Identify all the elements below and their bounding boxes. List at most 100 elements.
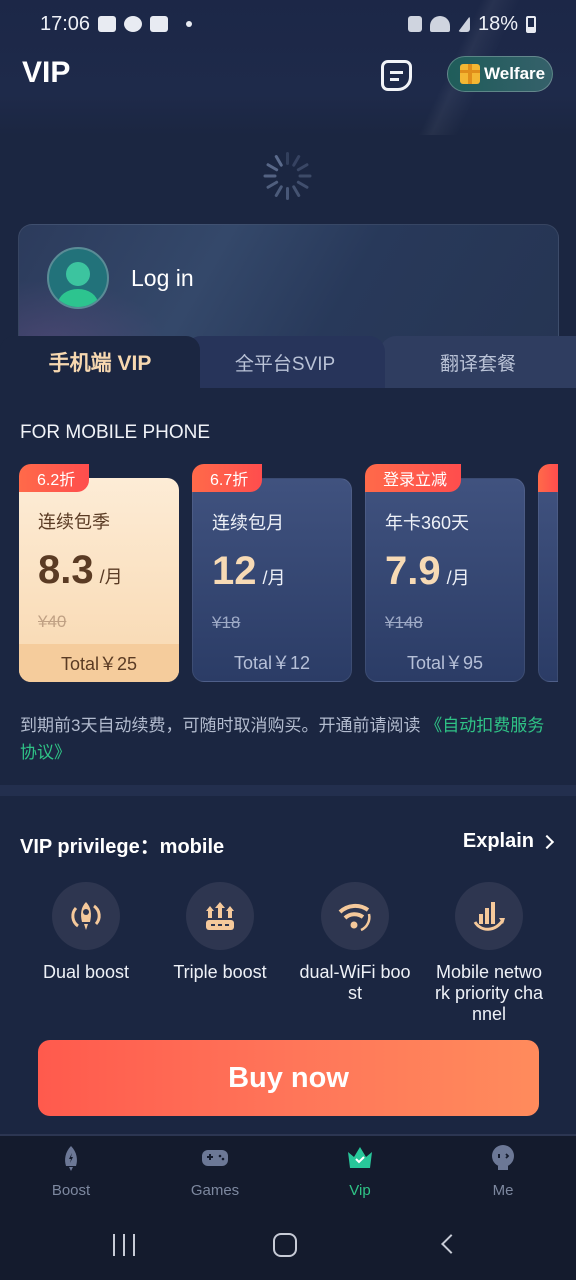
plan-price-unit: /月 <box>446 568 470 588</box>
privilege-item[interactable]: dual-WiFi boost <box>288 882 422 1004</box>
plan-name: 连续包月 <box>212 513 284 533</box>
notes-icon[interactable] <box>381 60 412 91</box>
rocket-boost-icon <box>52 882 120 950</box>
plan-total: Total￥95 <box>406 653 484 673</box>
explain-label: Explain <box>462 830 534 852</box>
nav-label: Vip <box>349 1182 371 1199</box>
spinner-tick <box>296 162 310 172</box>
privilege-label: Triple boost <box>173 962 267 982</box>
privilege-item[interactable]: Mobile network priority channel <box>422 882 556 1022</box>
privilege-list: Dual boost Triple boost dual-WiFi boost … <box>0 882 576 1022</box>
plan-price: 12 /月 <box>212 549 286 594</box>
plan-discount-badge: 登录立减 <box>365 464 462 492</box>
spinner-tick <box>291 184 301 198</box>
gallery-icon <box>98 16 117 32</box>
plan-card[interactable]: 连续包月 12 /月 ¥18 Total￥12 6.7折 <box>192 464 352 682</box>
notice-text: 到期前3天自动续费，可随时取消购买。开通前请阅读 <box>20 716 421 735</box>
nav-label: Games <box>190 1182 240 1199</box>
privilege-label: dual-WiFi boost <box>299 962 411 1003</box>
nav-item-me[interactable]: Me <box>453 1144 553 1199</box>
face-icon <box>492 1145 514 1170</box>
auto-renew-notice: 到期前3天自动续费，可随时取消购买。开通前请阅读 《自动扣费服务协议》 <box>20 712 560 766</box>
plan-list: 连续包季 8.3 /月 ¥40 Total￥25 6.2折 连续包月 12 /月… <box>0 464 576 684</box>
tab-mobile-vip[interactable]: 手机端 VIP <box>0 336 200 388</box>
status-bar: 17:06 18% <box>0 0 576 48</box>
plan-price-value: 8.3 <box>38 548 94 592</box>
plan-original-price: ¥148 <box>385 613 423 632</box>
explain-link[interactable]: Explain <box>462 830 555 853</box>
avatar-body <box>58 289 98 307</box>
plan-name: 年卡360天 <box>385 513 470 533</box>
status-time: 17:06 <box>40 12 91 35</box>
spinner-tick <box>296 180 310 190</box>
plan-card[interactable]: 年卡360天 7.9 /月 ¥148 Total￥95 登录立减 <box>365 464 525 682</box>
plan-card[interactable]: 连续包季 8.3 /月 ¥40 Total￥25 6.2折 <box>19 464 179 682</box>
privilege-label: Mobile network priority channel <box>434 962 544 1022</box>
privilege-item[interactable]: Dual boost <box>19 882 153 983</box>
crown-icon <box>348 1147 372 1168</box>
plan-discount-badge: 6.2折 <box>19 464 90 492</box>
plan-name: 连续包季 <box>38 512 110 532</box>
nav-item-boost[interactable]: Boost <box>21 1144 121 1199</box>
plan-card-partial[interactable] <box>538 464 558 682</box>
nav-label: Boost <box>51 1182 91 1199</box>
spinner-tick <box>263 174 277 178</box>
plan-price-value: 7.9 <box>385 549 441 593</box>
spinner-icon <box>263 152 312 200</box>
chevron-right-icon <box>539 834 555 849</box>
plan-original-price: ¥40 <box>38 612 67 631</box>
spinner-tick <box>265 162 279 172</box>
signal-icon <box>457 16 470 32</box>
plan-price-unit: /月 <box>99 567 123 587</box>
tab-translation[interactable]: 翻译套餐 <box>380 336 576 388</box>
battery-icon <box>526 15 536 33</box>
plan-card-body: 连续包季 8.3 /月 ¥40 Total￥25 <box>19 478 179 682</box>
section-title: FOR MOBILE PHONE <box>20 422 211 443</box>
privilege-title: VIP privilege：mobile <box>20 836 225 858</box>
privilege-item[interactable]: Triple boost <box>153 882 287 983</box>
spinner-tick <box>274 184 284 198</box>
buy-now-button[interactable]: Buy now <box>38 1040 539 1116</box>
welfare-button[interactable]: Welfare <box>447 56 553 92</box>
bus-icon <box>150 16 169 32</box>
plan-price: 8.3 /月 <box>38 548 123 593</box>
nav-label: Me <box>492 1182 514 1199</box>
user-avatar-icon[interactable] <box>47 247 109 309</box>
plan-original-price: ¥18 <box>212 613 241 632</box>
plan-card-body: 年卡360天 7.9 /月 ¥148 Total￥95 <box>365 478 525 682</box>
plan-tabs: 翻译套餐 全平台SVIP 手机端 VIP <box>0 336 576 388</box>
system-nav-bar <box>0 1214 576 1280</box>
gamepad-icon <box>202 1150 228 1166</box>
battery-percent: 18% <box>477 12 518 35</box>
plan-card-body <box>538 478 558 682</box>
triple-arrows-icon <box>186 882 254 950</box>
plan-price: 7.9 /月 <box>385 549 470 594</box>
welfare-label: Welfare <box>484 64 546 83</box>
tab-all-platform-svip[interactable]: 全平台SVIP <box>185 336 385 388</box>
back-button[interactable] <box>441 1234 461 1254</box>
gift-icon <box>460 64 480 84</box>
bottom-nav: Boost Games Vip Me <box>0 1134 576 1214</box>
nav-item-games[interactable]: Games <box>165 1144 265 1199</box>
page-title: VIP <box>22 56 71 89</box>
spinner-tick <box>291 154 301 168</box>
spinner-tick <box>265 180 279 190</box>
wifi-boost-icon <box>321 882 389 950</box>
app-header: VIP Welfare <box>0 48 576 104</box>
home-button[interactable] <box>273 1233 297 1257</box>
nav-item-vip[interactable]: Vip <box>310 1144 410 1199</box>
plan-price-value: 12 <box>212 549 257 593</box>
signal-bars-icon <box>455 882 523 950</box>
plan-discount-badge <box>538 464 558 492</box>
avatar-head <box>66 262 90 286</box>
cloud-icon <box>124 16 143 32</box>
rocket-icon <box>65 1146 77 1171</box>
recent-apps-button[interactable] <box>113 1234 135 1256</box>
buy-area: Buy now <box>0 1022 576 1134</box>
plan-total: Total￥12 <box>233 653 311 673</box>
login-link[interactable]: Log in <box>131 265 194 292</box>
spinner-tick <box>274 154 284 168</box>
privilege-label: Dual boost <box>42 962 130 982</box>
login-card[interactable]: Log in <box>18 224 559 349</box>
section-divider <box>0 785 576 796</box>
